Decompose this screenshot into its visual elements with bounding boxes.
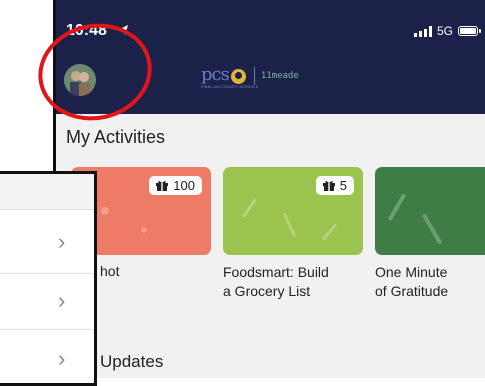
annotation-circle bbox=[38, 23, 152, 121]
